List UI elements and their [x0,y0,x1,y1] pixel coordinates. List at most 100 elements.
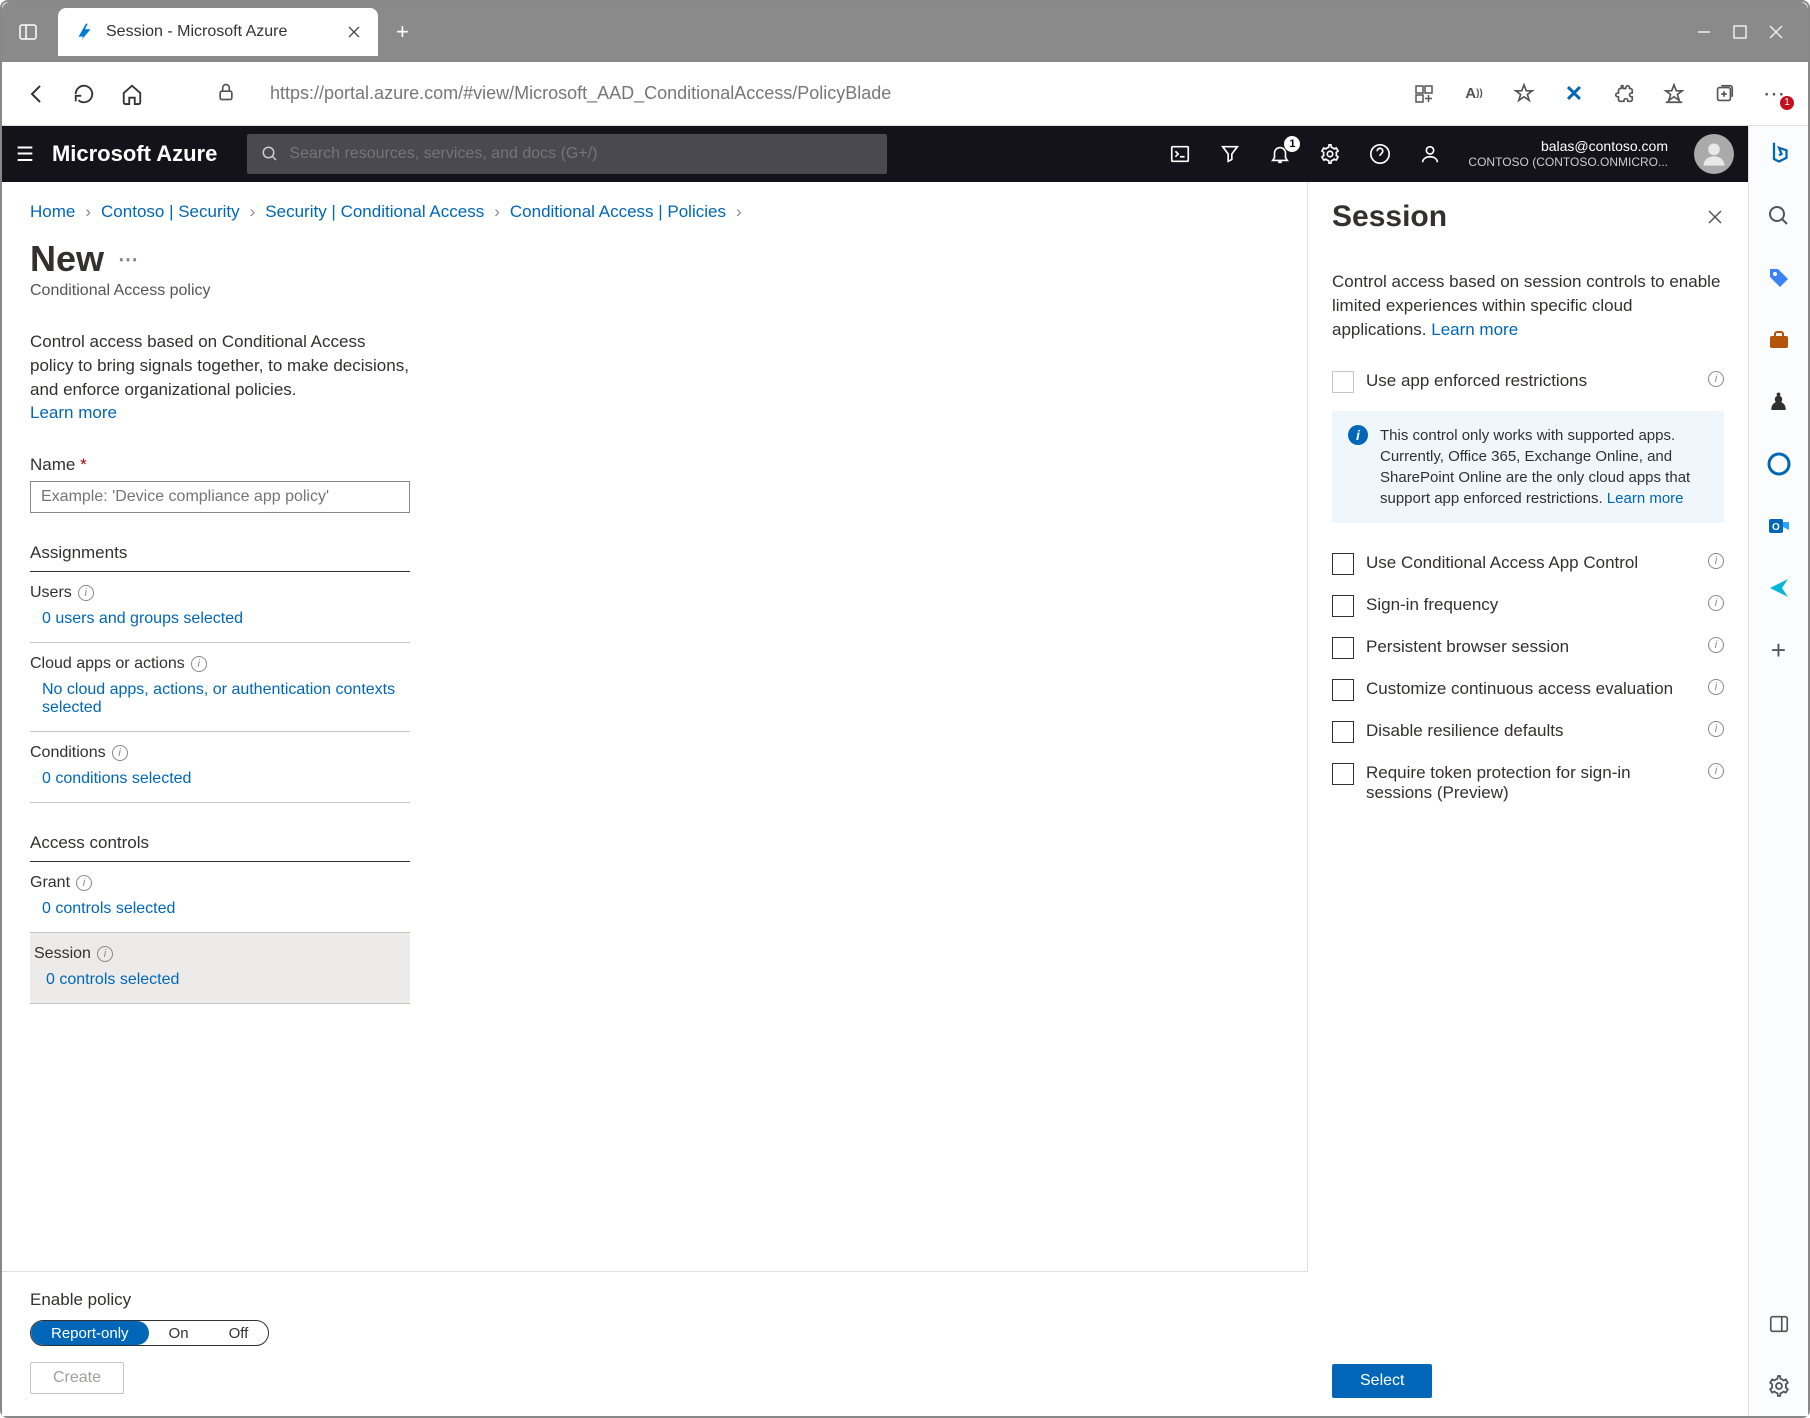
conditions-section[interactable]: Conditions i 0 conditions selected [30,732,410,803]
info-icon[interactable]: i [1708,371,1724,387]
account-info[interactable]: balas@contoso.com CONTOSO (CONTOSO.ONMIC… [1468,138,1668,169]
help-button[interactable] [1368,142,1392,166]
directory-filter-button[interactable] [1218,142,1242,166]
avatar[interactable] [1694,134,1734,174]
chk-ca-app-control[interactable] [1332,553,1354,575]
extensions-button[interactable] [1610,80,1638,108]
info-icon[interactable]: i [1708,637,1724,653]
toolbox-icon[interactable] [1763,324,1795,356]
cloud-apps-section[interactable]: Cloud apps or actions i No cloud apps, a… [30,643,410,732]
conditions-link[interactable]: 0 conditions selected [30,762,410,798]
sidebar-toggle-icon[interactable] [1763,1308,1795,1340]
info-icon[interactable]: i [191,656,207,672]
page-actions-button[interactable]: ⋯ [118,247,138,272]
cloud-shell-button[interactable] [1168,142,1192,166]
azure-logo[interactable]: Microsoft Azure [52,141,217,167]
breadcrumb: Home› Contoso | Security› Security | Con… [30,194,1279,236]
notifications-button[interactable]: 1 [1268,142,1292,166]
cloud-apps-link[interactable]: No cloud apps, actions, or authenticatio… [30,673,410,727]
learn-more-link[interactable]: Learn more [30,403,117,422]
browser-tab[interactable]: Session - Microsoft Azure [58,8,378,56]
toggle-off[interactable]: Off [209,1321,269,1345]
window-minimize-button[interactable] [1696,24,1712,40]
global-search[interactable] [247,134,887,174]
window-maximize-button[interactable] [1732,24,1748,40]
breadcrumb-1[interactable]: Contoso | Security [101,202,240,222]
site-lock-icon[interactable] [216,82,240,106]
edge-sidebar: ♟ O + [1748,126,1808,1416]
refresh-button[interactable] [70,80,98,108]
info-icon[interactable]: i [1708,721,1724,737]
app-icon[interactable] [1410,80,1438,108]
search-input[interactable] [289,145,873,163]
info-icon[interactable]: i [1708,679,1724,695]
home-button[interactable] [118,80,146,108]
assignments-heading: Assignments [30,543,410,572]
enable-policy-toggle[interactable]: Report-only On Off [30,1320,269,1346]
tab-actions-button[interactable] [10,14,46,50]
name-input[interactable] [30,481,410,513]
chk-token-protection[interactable] [1332,763,1354,785]
chk-persistent-browser[interactable] [1332,637,1354,659]
breadcrumb-3[interactable]: Conditional Access | Policies [510,202,726,222]
address-bar[interactable]: https://portal.azure.com/#view/Microsoft… [260,83,1390,104]
add-icon[interactable]: + [1763,634,1795,666]
chk-customize-cae[interactable] [1332,679,1354,701]
chk-disable-resilience[interactable] [1332,721,1354,743]
toggle-report-only[interactable]: Report-only [31,1321,149,1345]
collections-button[interactable] [1710,80,1738,108]
shopping-tag-icon[interactable] [1763,262,1795,294]
breadcrumb-home[interactable]: Home [30,202,75,222]
info-icon[interactable]: i [76,875,92,891]
chk-app-enforced[interactable] [1332,371,1354,393]
users-link[interactable]: 0 users and groups selected [30,602,410,638]
settings-icon[interactable] [1763,1370,1795,1402]
breadcrumb-2[interactable]: Security | Conditional Access [265,202,484,222]
settings-button[interactable] [1318,142,1342,166]
grant-link[interactable]: 0 controls selected [30,892,410,928]
info-icon[interactable]: i [112,745,128,761]
page-description: Control access based on Conditional Acce… [30,330,410,425]
info-icon[interactable]: i [97,946,113,962]
info-icon[interactable]: i [1708,763,1724,779]
new-tab-button[interactable]: + [396,19,409,45]
panel-close-button[interactable] [1706,208,1724,226]
info-icon[interactable]: i [78,585,94,601]
select-button[interactable]: Select [1332,1364,1432,1398]
favorites-list-button[interactable] [1660,80,1688,108]
info-icon[interactable]: i [1708,595,1724,611]
m365-icon[interactable] [1763,448,1795,480]
page-title: New [30,238,104,280]
window-close-button[interactable] [1768,24,1784,40]
chk-signin-frequency[interactable] [1332,595,1354,617]
grant-section[interactable]: Grant i 0 controls selected [30,862,410,933]
session-section[interactable]: Session i 0 controls selected [30,933,410,1004]
svg-text:O: O [1772,522,1780,533]
panel-description: Control access based on session controls… [1332,270,1724,341]
read-aloud-icon[interactable]: A)) [1460,80,1488,108]
browser-toolbar: https://portal.azure.com/#view/Microsoft… [2,62,1808,126]
outlook-icon[interactable]: O [1763,510,1795,542]
tab-close-button[interactable] [346,24,362,40]
send-icon[interactable] [1763,572,1795,604]
search-icon[interactable] [1763,200,1795,232]
users-section[interactable]: Users i 0 users and groups selected [30,572,410,643]
info-learn-more[interactable]: Learn more [1607,490,1684,507]
games-icon[interactable]: ♟ [1763,386,1795,418]
bing-icon[interactable] [1763,138,1795,170]
session-panel: Session Control access based on session … [1308,182,1748,1416]
session-link[interactable]: 0 controls selected [34,963,406,999]
favorite-button[interactable] [1510,80,1538,108]
back-button[interactable] [22,80,50,108]
policy-footer: Enable policy Report-only On Off Create [2,1271,1308,1416]
info-icon[interactable]: i [1708,553,1724,569]
portal-menu-button[interactable]: ☰ [16,142,34,167]
feedback-button[interactable] [1418,142,1442,166]
toggle-on[interactable]: On [149,1321,209,1345]
panel-learn-more[interactable]: Learn more [1431,320,1518,339]
info-callout: i This control only works with supported… [1332,411,1724,523]
create-button[interactable]: Create [30,1362,124,1394]
tab-title: Session - Microsoft Azure [106,23,336,41]
more-button[interactable]: ⋯1 [1760,80,1788,108]
ext-x-icon[interactable]: ✕ [1560,80,1588,108]
